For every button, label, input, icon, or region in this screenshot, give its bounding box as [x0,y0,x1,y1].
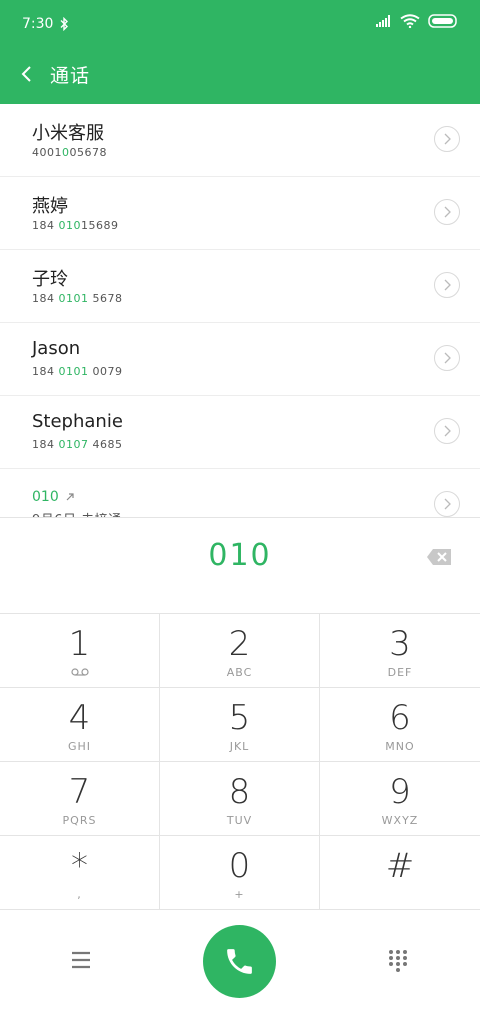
key-digit: 3 [389,624,411,664]
contact-detail-button[interactable] [434,272,460,298]
backspace-button[interactable] [426,548,452,570]
chevron-right-icon [444,206,451,218]
dial-display: 010 [0,517,480,614]
key-0[interactable]: 0 + [160,836,320,910]
signal-icon [376,15,390,27]
contact-detail-button[interactable] [434,345,460,371]
backspace-icon [427,549,451,565]
recent-call-number: 010 [32,489,75,505]
status-time: 7:30 [22,16,54,32]
contact-number: 4001005678 [32,146,107,159]
recent-call-row[interactable]: 010 9月6日 未接通 [0,469,480,517]
key-digit: 1 [68,624,91,664]
key-2[interactable]: 2 ABC [160,614,320,688]
app-header: 7:30 通话 [0,0,480,104]
contact-number: 184 0101 0079 [32,365,123,378]
dialpad-icon [389,950,407,972]
key-1[interactable]: 1 [0,614,160,688]
key-digit: 0 [228,846,251,886]
back-icon [21,66,31,82]
key-7[interactable]: 7 PQRS [0,762,160,836]
contact-detail-button[interactable] [434,199,460,225]
contact-name: 燕婷 [32,196,68,217]
contact-list: 小米客服 4001005678 燕婷 184 01015689 子玲 184 0… [0,104,480,517]
contact-row[interactable]: 子玲 184 0101 5678 [0,250,480,323]
key-digit: 7 [68,772,91,812]
contact-row[interactable]: Stephanie 184 0107 4685 [0,396,480,469]
key-digit: * [71,846,88,886]
contact-number: 184 0107 4685 [32,438,123,451]
page-title: 通话 [50,65,91,87]
chevron-right-icon [444,133,451,145]
contact-number: 184 01015689 [32,219,119,232]
key-hash[interactable]: # [320,836,480,910]
recent-detail-button[interactable] [434,491,460,517]
wifi-icon [400,14,420,28]
contact-detail-button[interactable] [434,418,460,444]
key-digit: 8 [228,772,251,812]
key-3[interactable]: 3 DEF [320,614,480,688]
dialed-number: 010 [208,538,272,573]
status-bar: 7:30 [0,0,480,50]
key-5[interactable]: 5 JKL [160,688,320,762]
key-letters: ABC [226,666,253,679]
key-letters: WXYZ [381,814,419,827]
contact-name: Jason [32,338,81,359]
key-digit: # [385,846,415,886]
bluetooth-icon [60,17,69,31]
menu-button[interactable] [66,948,96,972]
key-6[interactable]: 6 MNO [320,688,480,762]
key-letters: + [234,888,245,901]
contact-name: 小米客服 [32,123,104,144]
voicemail-icon [70,668,89,676]
chevron-right-icon [444,279,451,291]
chevron-right-icon [444,425,451,437]
chevron-right-icon [444,352,451,364]
key-letters: GHI [67,740,92,753]
key-4[interactable]: 4 GHI [0,688,160,762]
recent-call-detail: 9月6日 未接通 [32,509,122,517]
phone-icon [227,949,252,974]
key-digit: 9 [389,772,411,812]
key-letters: MNO [385,740,415,753]
bottom-bar [0,910,480,1013]
key-digit: 6 [389,698,411,738]
key-letters [0,666,159,679]
contact-detail-button[interactable] [434,126,460,152]
key-letters: , [77,888,82,901]
contact-row[interactable]: Jason 184 0101 0079 [0,323,480,396]
key-8[interactable]: 8 TUV [160,762,320,836]
contact-name: 子玲 [32,269,68,290]
dial-pad: 1 2 ABC 3 DEF 4 GHI 5 JKL 6 MNO 7 PQRS 8… [0,614,480,910]
contact-name: Stephanie [32,411,123,432]
key-digit: 2 [228,624,251,664]
key-9[interactable]: 9 WXYZ [320,762,480,836]
chevron-right-icon [444,498,451,510]
outgoing-call-icon [66,493,74,501]
title-bar: 通话 [0,54,480,98]
contact-number: 184 0101 5678 [32,292,123,305]
key-digit: 4 [68,698,91,738]
contact-row[interactable]: 燕婷 184 01015689 [0,177,480,250]
menu-icon [72,951,90,969]
key-letters: PQRS [62,814,97,827]
key-letters: JKL [229,740,250,753]
contact-row[interactable]: 小米客服 4001005678 [0,104,480,177]
dialpad-toggle-button[interactable] [386,948,410,972]
battery-icon [428,14,457,28]
call-button[interactable] [203,925,276,998]
key-star[interactable]: * , [0,836,160,910]
key-letters: DEF [387,666,413,679]
back-button[interactable] [14,60,42,88]
key-letters: TUV [226,814,253,827]
key-digit: 5 [228,698,251,738]
